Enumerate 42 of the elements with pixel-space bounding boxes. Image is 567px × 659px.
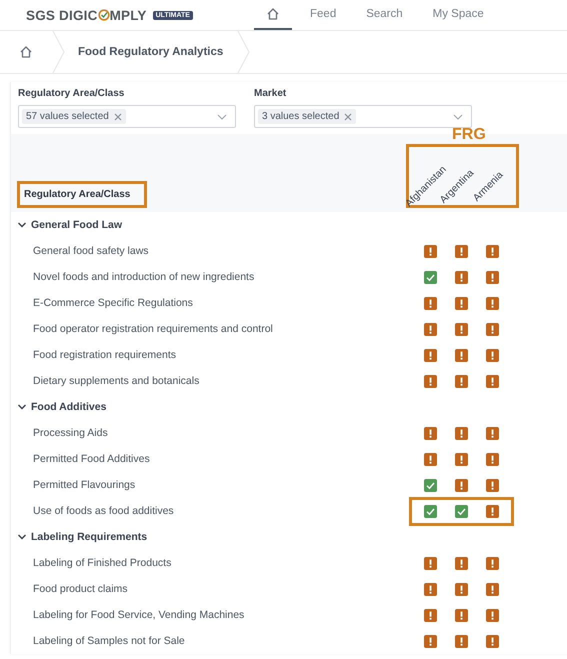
row-label: Permitted Food Additives <box>32 453 151 465</box>
row-label: Labeling of Finished Products <box>32 557 172 569</box>
group-name: Labeling Requirements <box>31 531 148 543</box>
clear-icon[interactable] <box>114 112 122 120</box>
row-label: Permitted Flavourings <box>32 479 136 491</box>
group-name: Food Additives <box>31 401 106 413</box>
row-label: Use of foods as food additives <box>32 505 175 517</box>
home-icon[interactable] <box>266 7 280 21</box>
breadcrumb-item[interactable]: Food Regulatory Analytics <box>66 46 238 58</box>
filter-label: Regulatory Area/Class <box>18 88 126 99</box>
clear-icon[interactable] <box>344 112 352 120</box>
row-label: General food safety laws <box>32 245 150 257</box>
row-label: Labeling of Samples not for Sale <box>32 635 186 647</box>
row-label: Food registration requirements <box>32 349 177 361</box>
group-name: General Food Law <box>31 219 122 231</box>
logo-text: SGS DIGIC <box>26 8 98 22</box>
logo-text: MPLY <box>110 8 147 22</box>
nav-tab[interactable]: Feed <box>298 0 348 30</box>
chevron-down-icon[interactable] <box>17 402 27 412</box>
multi-select-field[interactable]: 57 values selected <box>18 105 236 128</box>
row-label: Food operator registration requirements and control <box>32 323 274 335</box>
row-label: Food product claims <box>32 583 129 595</box>
row-label: Novel foods and introduction of new ingredients <box>32 271 256 283</box>
row-label: Processing Aids <box>32 427 109 439</box>
home-icon[interactable] <box>19 45 33 59</box>
group-row[interactable]: Food Additives <box>11 394 567 420</box>
chevron-down-icon[interactable] <box>17 532 27 542</box>
check-circle-icon <box>98 9 110 21</box>
column-header: Regulatory Area/Class <box>17 181 148 208</box>
selection-chip[interactable]: 57 values selected <box>22 109 126 124</box>
row-label: Labeling for Food Service, Vending Machines <box>32 609 246 621</box>
filter-label: Market <box>254 88 288 99</box>
row-label: E-Commerce Specific Regulations <box>32 297 194 309</box>
row-label: Dietary supplements and botanicals <box>32 375 200 387</box>
multi-select-field[interactable]: 3 values selected <box>254 105 472 128</box>
group-row[interactable]: Labeling Requirements <box>11 524 567 550</box>
group-row[interactable]: General Food Law <box>11 212 567 238</box>
chevron-down-icon[interactable] <box>17 220 27 230</box>
annotation-label: FRG <box>452 126 486 144</box>
selection-chip[interactable]: 3 values selected <box>258 109 356 124</box>
nav-tab[interactable]: Search <box>354 0 415 30</box>
nav-tab[interactable]: My Space <box>420 0 496 30</box>
